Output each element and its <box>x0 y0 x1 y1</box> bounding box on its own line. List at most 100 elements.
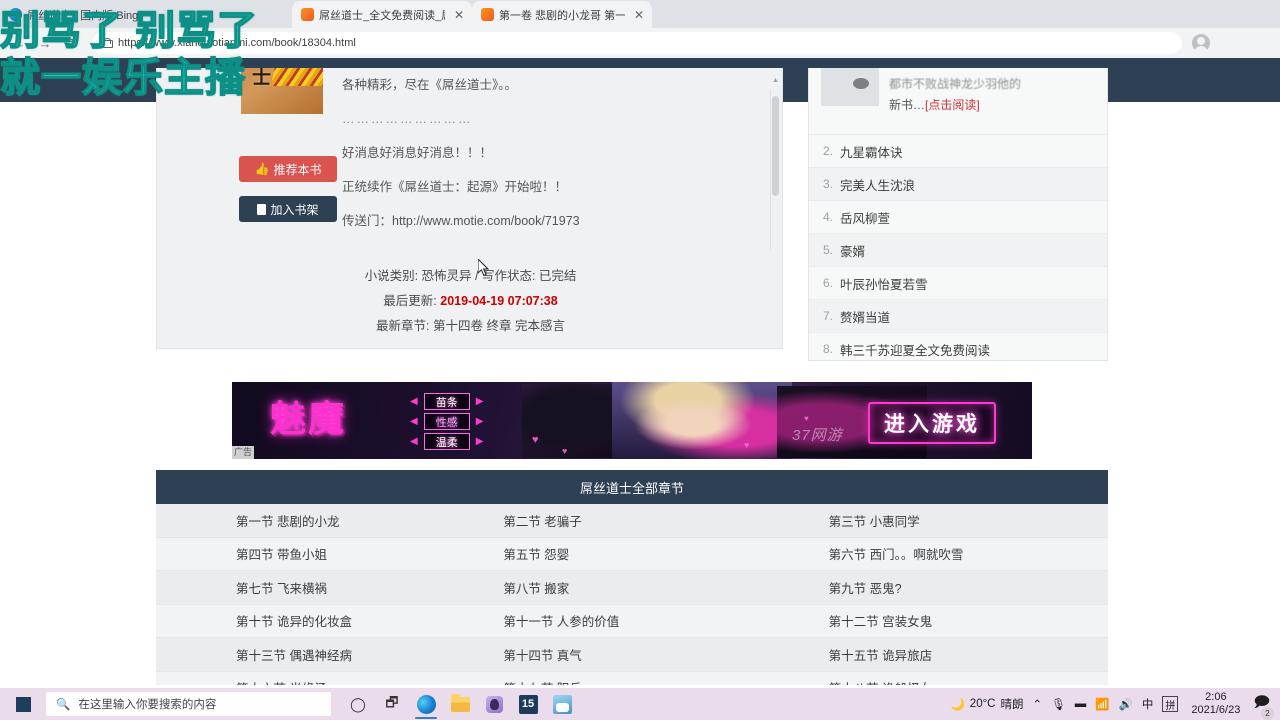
advertisement-banner[interactable]: 魅魔 ◀ 苗条 ▶ ◀ 性感 ▶ ◀ 温柔 ▶ ♥ ♥ ♥ ♥ 37网游 进入游… <box>232 382 1032 459</box>
list-item[interactable]: 4. 岳风柳萱 <box>809 200 1107 233</box>
list-label: 完美人生沈浪 <box>840 178 916 193</box>
featured-line-2: 新书… <box>889 98 926 112</box>
chapter-link[interactable]: 第十二节 宫装女鬼 <box>791 611 1108 630</box>
chapter-link[interactable]: 第四节 带鱼小姐 <box>156 544 473 563</box>
ad-cta-button[interactable]: 进入游戏 <box>868 402 996 444</box>
browser-tab-1[interactable]: 屌丝道士_ 国内版 Bing <box>0 1 172 28</box>
screen: 屌丝道士_ 国内版 Bing 屌丝道士_全文免费阅读_屌丝道 ✕ 第一卷 悲剧的… <box>0 0 1280 720</box>
blurb-line: 好消息好消息好消息！！！ <box>342 146 493 160</box>
bookshelf-label: 加入书架 <box>270 202 319 217</box>
microphone-icon[interactable]: 🎙 <box>1051 697 1066 711</box>
reload-icon[interactable]: ⟳ <box>60 32 82 54</box>
cortana-circle-icon[interactable]: ◯ <box>343 689 373 719</box>
tab-strip: 屌丝道士_ 国内版 Bing 屌丝道士_全文免费阅读_屌丝道 ✕ 第一卷 悲剧的… <box>0 0 1280 28</box>
weather-widget[interactable]: 🌙 20°C 晴朗 <box>950 696 1023 712</box>
chapter-link[interactable]: 第十八节 诡船怪女 <box>791 678 1108 685</box>
search-input[interactable]: 🔍 在这里输入你要搜索的内容 <box>46 692 331 716</box>
book-description: 各种精彩，尽在《屌丝道士》。。 ……………………… 好消息好消息好消息！！！ 正… <box>342 68 742 238</box>
blue-app-icon[interactable]: 15 <box>513 689 543 719</box>
blurb-line: 传送门：http://www.motie.com/book/71973 <box>342 214 580 228</box>
chapter-link[interactable]: 第十三节 偶遇神经病 <box>156 645 473 664</box>
ad-option-gentle[interactable]: ◀ 温柔 ▶ <box>410 432 483 451</box>
chapter-link[interactable]: 第十四节 真气 <box>473 645 790 664</box>
table-row: 第七节 飞来横祸 第八节 搬家 第九节 恶鬼? <box>156 571 1108 605</box>
book-icon <box>257 203 267 215</box>
ad-option-slim[interactable]: ◀ 苗条 ▶ <box>410 392 483 411</box>
blurb-line: 各种精彩，尽在《屌丝道士》。。 <box>342 78 518 92</box>
read-now-link[interactable]: [点击阅读] <box>925 98 980 112</box>
photo-app-icon[interactable] <box>547 689 577 719</box>
profile-avatar-icon[interactable] <box>1192 34 1210 54</box>
list-item[interactable]: 6. 叶辰孙怡夏若雪 <box>809 266 1107 299</box>
list-item[interactable]: 7. 赘婿当道 <box>809 299 1107 332</box>
recommend-book-button[interactable]: 👍 推荐本书 <box>239 156 337 182</box>
chevron-left-icon: ◀ <box>410 436 418 447</box>
update-time: 2019-04-19 07:07:38 <box>440 294 558 308</box>
ad-option-label: 性感 <box>423 413 470 430</box>
chapter-link[interactable]: 第九节 恶鬼? <box>791 578 1108 597</box>
clock-widget[interactable]: 2:06 2021/6/23 <box>1187 691 1244 717</box>
tab-title: 屌丝道士_全文免费阅读_屌丝道 <box>319 9 445 22</box>
chapter-link[interactable]: 第三节 小惠同学 <box>791 511 1108 530</box>
notification-count: 2 <box>1261 706 1274 720</box>
heart-icon: ♥ <box>532 434 539 446</box>
list-item[interactable]: 3. 完美人生沈浪 <box>809 167 1107 200</box>
file-explorer-icon[interactable] <box>445 689 475 719</box>
windows-start-icon[interactable] <box>0 688 46 720</box>
edge-browser-icon[interactable] <box>411 689 441 719</box>
chapter-link[interactable]: 第十七节 阴兵 <box>473 678 790 685</box>
list-item[interactable]: 8. 韩三千苏迎夏全文免费阅读 <box>809 332 1107 360</box>
close-icon[interactable]: ✕ <box>634 8 644 22</box>
wifi-icon[interactable]: 📶 <box>1095 697 1109 711</box>
notification-icon[interactable]: 🗩 2 <box>1253 692 1274 720</box>
list-item[interactable]: 2. 九星霸体诀 <box>809 134 1107 167</box>
chevron-up-icon[interactable]: ⌃ <box>1033 697 1043 711</box>
back-arrow-icon[interactable]: ← <box>8 32 30 54</box>
latest-chapter[interactable]: 第十四卷 终章 完本感言 <box>433 319 565 333</box>
browser-tab-1b[interactable] <box>172 1 292 28</box>
cover-artwork <box>270 68 323 86</box>
chapter-link[interactable]: 第十五节 诡异旅店 <box>791 645 1108 664</box>
list-label: 叶辰孙怡夏若雪 <box>840 277 928 292</box>
volume-icon[interactable]: 🔊 <box>1119 697 1133 711</box>
purple-app-icon[interactable] <box>479 689 509 719</box>
address-bar[interactable]: https://www.xianqiaotianmi.com/book/1830… <box>92 32 1182 54</box>
chapter-link[interactable]: 第二节 老骗子 <box>473 511 790 530</box>
featured-book-item[interactable]: 都市不败战神龙少羽他的 新书…[点击阅读] <box>809 68 1107 134</box>
browser-tab-2[interactable]: 屌丝道士_全文免费阅读_屌丝道 ✕ <box>292 1 472 28</box>
recommended-sidebar: 都市不败战神龙少羽他的 新书…[点击阅读] 2. 九星霸体诀 3. 完美人生沈浪… <box>808 68 1108 361</box>
chapter-link[interactable]: 第十一节 人参的价值 <box>473 611 790 630</box>
chapter-link[interactable]: 第六节 西门。。啊就吹雪 <box>791 544 1108 563</box>
chapter-link[interactable]: 第五节 怨婴 <box>473 544 790 563</box>
weather-desc: 晴朗 <box>1000 699 1024 711</box>
ime-mode-indicator[interactable]: 拼 <box>1162 696 1179 712</box>
chapter-link[interactable]: 第十六节 半缘汤 <box>156 678 473 685</box>
chevron-right-icon: ▶ <box>475 436 484 447</box>
chapter-link[interactable]: 第十节 诡异的化妆盒 <box>156 611 473 630</box>
chapter-link[interactable]: 第一节 悲剧的小龙 <box>156 511 473 530</box>
ad-option-label: 温柔 <box>423 433 470 450</box>
battery-icon[interactable]: ▬ <box>1075 698 1087 710</box>
forward-arrow-icon[interactable]: → <box>34 32 56 54</box>
browser-tab-3[interactable]: 第一卷 悲剧的小龙哥 第一节 悲 ✕ <box>472 1 652 28</box>
flame-icon <box>301 8 314 21</box>
task-view-icon[interactable]: 🗗 <box>377 689 407 719</box>
book-thumbnail <box>821 68 879 106</box>
scrollbar-thumb[interactable] <box>772 96 779 196</box>
chapter-link[interactable]: 第七节 飞来横祸 <box>156 578 473 597</box>
add-to-bookshelf-button[interactable]: 加入书架 <box>239 196 337 222</box>
close-icon[interactable]: ✕ <box>454 8 464 22</box>
list-item[interactable]: 5. 豪婿 <box>809 233 1107 266</box>
book-cover-image[interactable]: 道士 <box>241 68 323 114</box>
search-icon: 🔍 <box>56 699 71 711</box>
system-tray: 🌙 20°C 晴朗 ⌃ 🎙 ▬ 📶 🔊 中 拼 2:06 2021/6/23 🗩… <box>950 691 1280 720</box>
panel-scrollbar[interactable]: ▲ ▼ <box>770 77 779 250</box>
book-intro-scroll[interactable]: 道士 👍 推荐本书 加入书架 各种精彩，尽在《屌丝道士》。。 ………………………… <box>157 68 782 253</box>
heart-icon: ♥ <box>744 440 750 450</box>
ad-option-sexy[interactable]: ◀ 性感 ▶ <box>410 412 483 431</box>
scroll-up-icon[interactable]: ▲ <box>771 76 780 85</box>
book-info-panel: 道士 👍 推荐本书 加入书架 各种精彩，尽在《屌丝道士》。。 ………………………… <box>156 68 783 349</box>
chapter-list-title: 屌丝道士全部章节 <box>156 470 1108 504</box>
ime-language-indicator[interactable]: 中 <box>1142 696 1154 712</box>
chapter-link[interactable]: 第八节 搬家 <box>473 578 790 597</box>
